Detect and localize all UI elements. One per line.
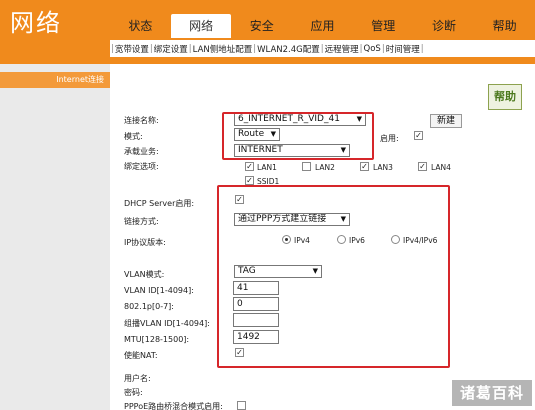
enable-checkbox[interactable]: ✓ bbox=[414, 131, 423, 140]
subnav-qos[interactable]: QoS bbox=[364, 44, 381, 54]
logo-text: 网络 bbox=[10, 9, 62, 37]
lan1-checkbox[interactable]: ✓ bbox=[245, 162, 254, 171]
ip-label: IP协议版本: bbox=[124, 238, 166, 247]
pppoe-label: PPPoE路由桥混合模式启用: bbox=[124, 402, 223, 410]
header-bar: 网络 状态 网络 安全 应用 管理 诊断 帮助 | 宽带设置 | 绑定设置 | LAN… bbox=[0, 0, 535, 64]
tab-help[interactable]: 帮助 bbox=[474, 14, 535, 38]
sidebar: Internet连接 bbox=[0, 64, 110, 410]
enable-label: 启用: bbox=[380, 134, 399, 143]
nat-label: 使能NAT: bbox=[124, 351, 158, 360]
mode-label: 模式: bbox=[124, 132, 143, 141]
lan3-checkbox[interactable]: ✓ bbox=[360, 162, 369, 171]
subnav-broadband[interactable]: 宽带设置 bbox=[115, 43, 149, 55]
ssid1-checkbox[interactable]: ✓ bbox=[245, 176, 254, 185]
subnav-remote[interactable]: 远程管理 bbox=[325, 43, 359, 55]
tab-application[interactable]: 应用 bbox=[292, 14, 353, 38]
subnav-binding[interactable]: 绑定设置 bbox=[154, 43, 188, 55]
lan2-label: LAN2 bbox=[315, 163, 335, 172]
lan4-label: LAN4 bbox=[431, 163, 451, 172]
tab-status[interactable]: 状态 bbox=[110, 14, 171, 38]
subnav-time[interactable]: 时间管理 bbox=[386, 43, 420, 55]
sidebar-item-internet[interactable]: Internet连接 bbox=[0, 72, 110, 88]
mtu-label: MTU[128-1500]: bbox=[124, 335, 190, 344]
vlan-id-label: VLAN ID[1-4094]: bbox=[124, 286, 194, 295]
subnav-wlan[interactable]: WLAN2.4G配置 bbox=[257, 43, 320, 55]
conn-name-label: 连接名称: bbox=[124, 116, 159, 125]
password-label: 密码: bbox=[124, 388, 143, 397]
help-button[interactable]: 帮助 bbox=[488, 84, 522, 110]
top-navigation: 状态 网络 安全 应用 管理 诊断 帮助 bbox=[110, 14, 535, 38]
lan3-label: LAN3 bbox=[373, 163, 393, 172]
new-button[interactable]: 新建 bbox=[430, 114, 462, 128]
dhcp-label: DHCP Server启用: bbox=[124, 199, 195, 208]
lan2-checkbox[interactable] bbox=[302, 162, 311, 171]
username-label: 用户名: bbox=[124, 374, 151, 383]
tab-security[interactable]: 安全 bbox=[231, 14, 292, 38]
router-admin-page: 网络 状态 网络 安全 应用 管理 诊断 帮助 | 宽带设置 | 绑定设置 | LAN… bbox=[0, 0, 535, 410]
tab-management[interactable]: 管理 bbox=[353, 14, 414, 38]
tab-network[interactable]: 网络 bbox=[170, 14, 232, 38]
dot1p-label: 802.1p[0-7]: bbox=[124, 302, 174, 311]
lan4-checkbox[interactable]: ✓ bbox=[418, 162, 427, 171]
sub-navigation: | 宽带设置 | 绑定设置 | LAN侧地址配置 | WLAN2.4G配置 | 远程管理 … bbox=[110, 40, 535, 57]
highlight-box-top bbox=[222, 112, 374, 160]
mvlan-label: 组播VLAN ID[1-4094]: bbox=[124, 319, 210, 328]
bind-label: 绑定选项: bbox=[124, 162, 159, 171]
highlight-box-bottom bbox=[217, 185, 450, 368]
vlan-mode-label: VLAN模式: bbox=[124, 270, 165, 279]
pppoe-checkbox[interactable] bbox=[237, 401, 246, 410]
lan1-label: LAN1 bbox=[257, 163, 277, 172]
subnav-lan-address[interactable]: LAN侧地址配置 bbox=[193, 43, 253, 55]
service-label: 承载业务: bbox=[124, 147, 159, 156]
watermark-text: 诸葛百科 bbox=[452, 380, 532, 406]
tab-diagnostics[interactable]: 诊断 bbox=[414, 14, 475, 38]
link-label: 链接方式: bbox=[124, 217, 159, 226]
